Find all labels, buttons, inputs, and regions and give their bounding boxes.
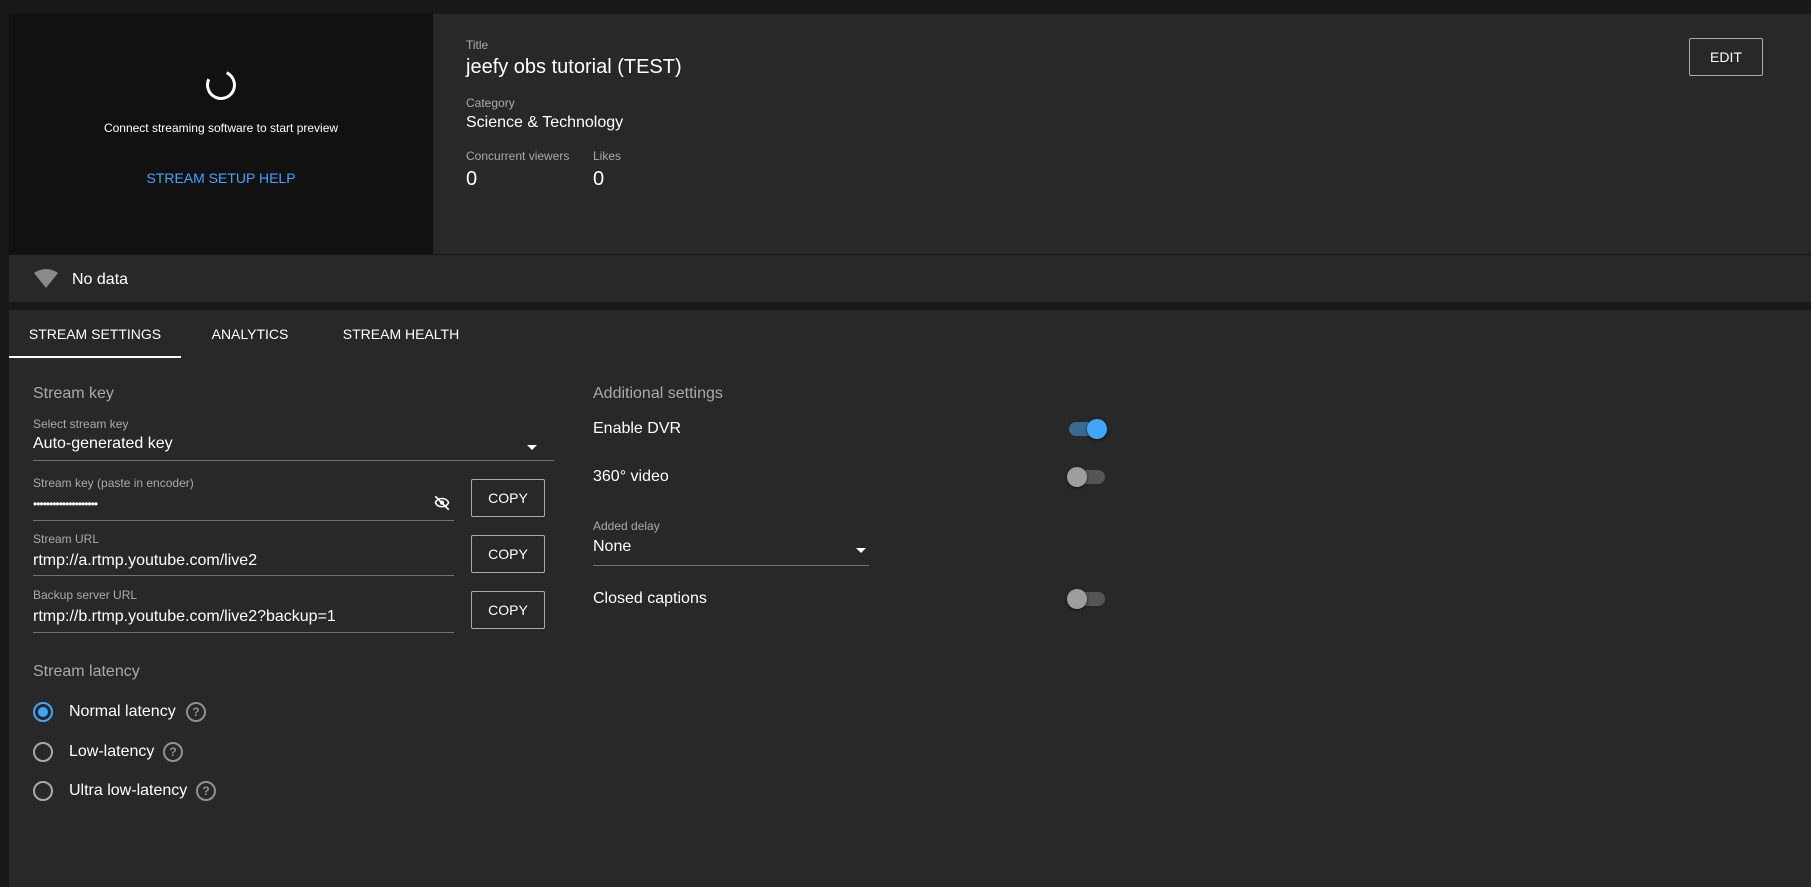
360-video-label: 360° video	[593, 468, 669, 485]
title-label: Title	[466, 38, 489, 52]
toggle-knob	[1067, 589, 1087, 609]
select-stream-key-value[interactable]: Auto-generated key	[33, 435, 173, 453]
tab-stream-health[interactable]: STREAM HEALTH	[319, 310, 483, 358]
backup-url-underline	[33, 632, 454, 633]
copy-backup-url-button[interactable]: COPY	[471, 591, 545, 629]
360-video-toggle[interactable]	[1067, 467, 1105, 487]
copy-stream-url-button[interactable]: COPY	[471, 535, 545, 573]
chevron-down-icon[interactable]	[527, 445, 537, 450]
added-delay-value[interactable]: None	[593, 538, 631, 556]
closed-captions-toggle[interactable]	[1067, 589, 1105, 609]
normal-latency-label[interactable]: Normal latency	[69, 703, 176, 721]
closed-captions-label: Closed captions	[593, 590, 707, 607]
tab-stream-settings[interactable]: STREAM SETTINGS	[9, 310, 181, 358]
visibility-off-icon[interactable]	[432, 494, 452, 512]
chevron-down-icon[interactable]	[856, 548, 866, 553]
stream-key-field[interactable]: ••••••••••••••••••••	[33, 497, 98, 511]
tab-bar: STREAM SETTINGS ANALYTICS STREAM HEALTH	[9, 310, 1811, 358]
low-latency-radio[interactable]	[33, 742, 53, 762]
select-stream-key-label: Select stream key	[33, 417, 129, 431]
select-stream-key-underline	[33, 460, 554, 461]
stream-url-underline	[33, 575, 454, 576]
stream-category: Science & Technology	[466, 114, 624, 131]
toggle-knob	[1067, 467, 1087, 487]
health-status: No data	[72, 271, 129, 288]
loading-spinner-icon	[201, 65, 241, 105]
added-delay-underline	[593, 565, 869, 566]
concurrent-viewers-label: Concurrent viewers	[466, 149, 570, 163]
stream-key-underline	[33, 520, 454, 521]
ultra-low-latency-radio[interactable]	[33, 781, 53, 801]
stream-setup-help-link[interactable]: STREAM SETUP HELP	[9, 170, 433, 186]
stream-url-label: Stream URL	[33, 532, 100, 546]
stream-title: jeefy obs tutorial (TEST)	[466, 56, 682, 78]
normal-latency-radio[interactable]	[33, 702, 53, 722]
stream-health-row: No data	[9, 254, 1811, 302]
enable-dvr-label: Enable DVR	[593, 420, 682, 437]
low-latency-label[interactable]: Low-latency	[69, 743, 154, 761]
additional-settings-heading: Additional settings	[593, 385, 723, 402]
stream-key-label: Stream key (paste in encoder)	[33, 476, 194, 490]
backup-url-field[interactable]: rtmp://b.rtmp.youtube.com/live2?backup=1	[33, 608, 336, 626]
stream-info-card: Connect streaming software to start prev…	[9, 14, 1811, 254]
concurrent-viewers-value: 0	[466, 168, 478, 190]
added-delay-label: Added delay	[593, 519, 660, 533]
stream-url-field[interactable]: rtmp://a.rtmp.youtube.com/live2	[33, 552, 257, 570]
stream-key-heading: Stream key	[33, 385, 114, 402]
help-icon[interactable]: ?	[186, 702, 206, 722]
preview-message: Connect streaming software to start prev…	[103, 121, 339, 135]
stream-preview: Connect streaming software to start prev…	[9, 14, 433, 254]
tab-analytics[interactable]: ANALYTICS	[181, 310, 319, 358]
backup-url-label: Backup server URL	[33, 588, 138, 602]
enable-dvr-toggle[interactable]	[1069, 419, 1107, 439]
help-icon[interactable]: ?	[163, 742, 183, 762]
signal-icon	[34, 269, 58, 288]
copy-stream-key-button[interactable]: COPY	[471, 479, 545, 517]
settings-card: STREAM SETTINGS ANALYTICS STREAM HEALTH …	[9, 310, 1811, 887]
edit-button[interactable]: EDIT	[1689, 38, 1763, 76]
toggle-knob	[1087, 419, 1107, 439]
likes-label: Likes	[593, 149, 622, 163]
category-label: Category	[466, 96, 515, 110]
ultra-low-latency-label[interactable]: Ultra low-latency	[69, 782, 187, 800]
stream-latency-heading: Stream latency	[33, 663, 140, 680]
likes-value: 0	[593, 168, 605, 190]
help-icon[interactable]: ?	[196, 781, 216, 801]
